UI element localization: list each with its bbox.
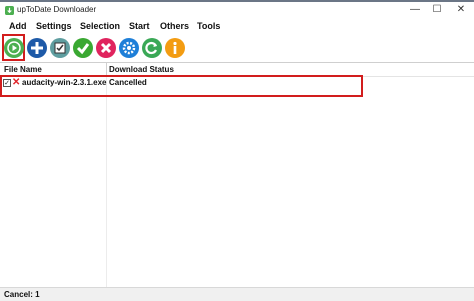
file-name-cell: audacity-win-2.3.1.exe — [22, 78, 107, 87]
column-grid-line — [106, 77, 107, 288]
status-text: Cancel: 1 — [4, 290, 40, 299]
status-bar: Cancel: 1 — [0, 287, 474, 301]
menu-start[interactable]: Start — [129, 21, 150, 31]
app-icon — [5, 6, 14, 15]
table-row[interactable]: ✓ ✕ audacity-win-2.3.1.exe Cancelled — [0, 78, 474, 90]
cancel-x-icon: ✕ — [12, 77, 21, 88]
menu-bar: Add Settings Selection Start Others Tool… — [0, 18, 474, 34]
row-checkbox[interactable]: ✓ — [3, 79, 11, 87]
download-list[interactable]: File Name Download Status ✓ ✕ audacity-w… — [0, 62, 474, 288]
toolbar — [0, 34, 474, 62]
menu-settings[interactable]: Settings — [36, 21, 72, 31]
play-icon[interactable] — [3, 37, 25, 59]
title-bar: upToDate Downloader — ☐ ✕ — [0, 2, 474, 18]
close-button[interactable]: ✕ — [449, 2, 473, 18]
settings-icon[interactable] — [118, 37, 140, 59]
info-icon[interactable] — [164, 37, 186, 59]
status-cell: Cancelled — [109, 78, 147, 87]
menu-selection[interactable]: Selection — [80, 21, 120, 31]
menu-add[interactable]: Add — [9, 21, 27, 31]
remove-icon[interactable] — [95, 37, 117, 59]
maximize-button[interactable]: ☐ — [425, 2, 449, 18]
minimize-button[interactable]: — — [403, 2, 427, 18]
menu-tools[interactable]: Tools — [197, 21, 220, 31]
select-all-icon[interactable] — [49, 37, 71, 59]
refresh-icon[interactable] — [141, 37, 163, 59]
check-icon[interactable] — [72, 37, 94, 59]
window-title: upToDate Downloader — [17, 5, 97, 14]
menu-others[interactable]: Others — [160, 21, 189, 31]
add-icon[interactable] — [26, 37, 48, 59]
